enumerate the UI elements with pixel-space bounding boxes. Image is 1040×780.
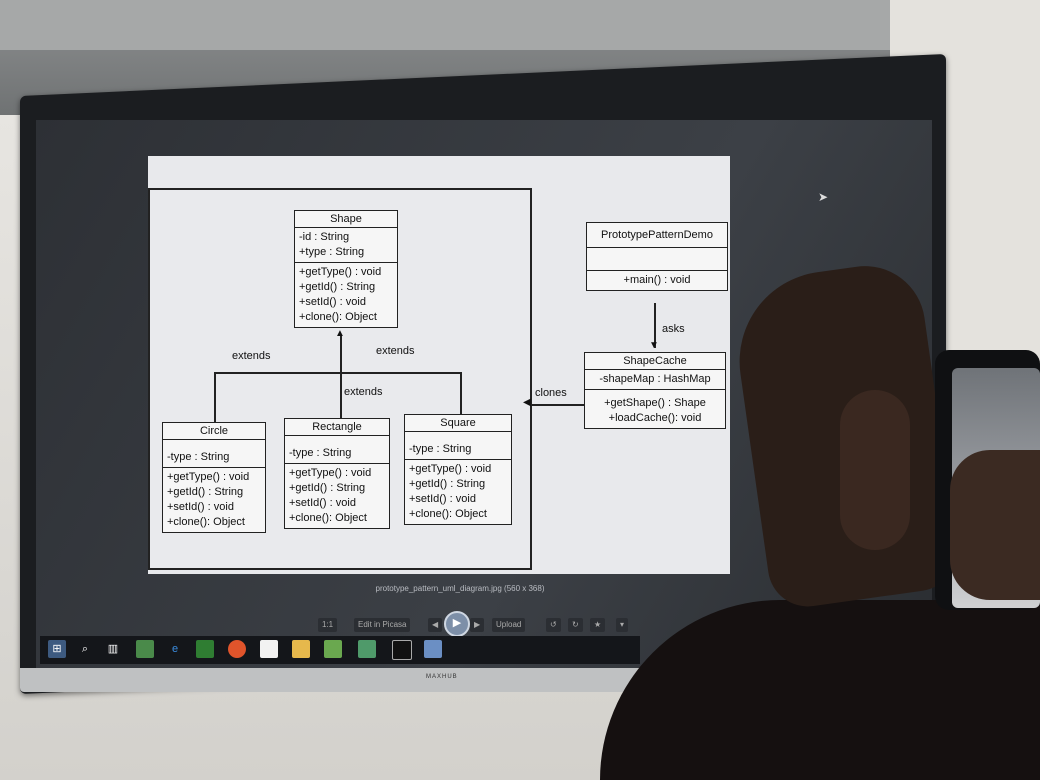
- clones-label: clones: [535, 387, 567, 399]
- play-icon[interactable]: ▶: [444, 611, 470, 637]
- method: +setId() : void: [299, 296, 366, 308]
- edge-icon[interactable]: e: [166, 640, 184, 658]
- more-icon[interactable]: ▾: [616, 618, 629, 632]
- class-attrs: -type : String: [405, 432, 511, 460]
- attr: +type : String: [299, 246, 365, 258]
- uml-class-demo: PrototypePatternDemo +main() : void: [586, 222, 728, 291]
- method: +getId() : String: [289, 482, 366, 494]
- class-name: ShapeCache: [585, 353, 725, 370]
- star-icon[interactable]: ★: [590, 618, 606, 632]
- method: +getType() : void: [167, 471, 250, 483]
- terminal-icon[interactable]: [392, 640, 412, 660]
- zoom-ratio-button[interactable]: 1:1: [318, 618, 338, 632]
- inherit-line-vertical: [340, 336, 342, 372]
- class-name: PrototypePatternDemo: [587, 223, 727, 248]
- class-methods: +getType() : void +getId() : String +set…: [405, 460, 511, 524]
- next-arrow-icon[interactable]: ▶: [470, 618, 485, 632]
- app-icon[interactable]: [196, 640, 214, 658]
- hand-finger: [840, 390, 910, 550]
- app-icon[interactable]: [324, 640, 342, 658]
- method: +clone(): Object: [167, 516, 245, 528]
- extends-label: extends: [344, 386, 383, 398]
- method: +getId() : String: [409, 478, 486, 490]
- attr: -type : String: [289, 447, 352, 459]
- attr: -type : String: [167, 451, 230, 463]
- upload-button[interactable]: Upload: [492, 618, 526, 632]
- app-icon[interactable]: [136, 640, 154, 658]
- rotate-right-icon[interactable]: ↻: [568, 618, 583, 632]
- task-view-icon[interactable]: ▥: [104, 640, 122, 658]
- method: +clone(): Object: [289, 512, 367, 524]
- clones-arrowhead: ◀: [523, 397, 531, 408]
- class-attrs: -type : String: [163, 440, 265, 468]
- asks-label: asks: [662, 323, 685, 335]
- method: +getType() : void: [299, 266, 382, 278]
- class-methods: +getShape() : Shape +loadCache(): void: [585, 390, 725, 428]
- class-attrs: -type : String: [285, 436, 389, 464]
- extends-label: extends: [376, 345, 415, 357]
- class-name: Square: [405, 415, 511, 432]
- attr: -id : String: [299, 231, 350, 243]
- method: +getShape() : Shape: [604, 397, 706, 409]
- inherit-arrowhead: ▲: [335, 328, 345, 339]
- class-methods: +getType() : void +getId() : String +set…: [285, 464, 389, 528]
- attr: -shapeMap : HashMap: [599, 373, 711, 385]
- method: +clone(): Object: [409, 508, 487, 520]
- image-caption: prototype_pattern_uml_diagram.jpg (560 x…: [375, 584, 545, 593]
- uml-class-square: Square -type : String +getType() : void …: [404, 414, 512, 525]
- edit-in-picasa-button[interactable]: Edit in Picasa: [354, 618, 411, 632]
- inherit-line-rect: [340, 372, 342, 418]
- tv-bottom-bezel: [20, 668, 640, 692]
- tv-brand: MAXHUB: [426, 674, 458, 680]
- uml-class-shapecache: ShapeCache -shapeMap : HashMap +getShape…: [584, 352, 726, 429]
- method: +getId() : String: [299, 281, 376, 293]
- extends-label: extends: [232, 350, 271, 362]
- uml-class-shape: Shape -id : String +type : String +getTy…: [294, 210, 398, 328]
- class-attrs: -id : String +type : String: [295, 228, 397, 263]
- start-icon[interactable]: ⊞: [48, 640, 66, 658]
- class-name: Shape: [295, 211, 397, 228]
- asks-arrowhead: ▼: [649, 340, 659, 351]
- inherit-line-square: [460, 372, 462, 414]
- method: +getType() : void: [289, 467, 372, 479]
- hand-thumb: [950, 450, 1040, 600]
- inherit-line-circle: [214, 372, 216, 422]
- prev-arrow-icon[interactable]: ◀: [428, 618, 443, 632]
- method: +getId() : String: [167, 486, 244, 498]
- method: +setId() : void: [167, 501, 234, 513]
- photo-viewer-icon[interactable]: [424, 640, 442, 658]
- uml-class-rectangle: Rectangle -type : String +getType() : vo…: [284, 418, 390, 529]
- class-name: Rectangle: [285, 419, 389, 436]
- class-attrs: [587, 248, 727, 271]
- firefox-icon[interactable]: [228, 640, 246, 658]
- method: +setId() : void: [289, 497, 356, 509]
- folder-icon[interactable]: [292, 640, 310, 658]
- class-methods: +main() : void: [587, 271, 727, 290]
- clones-line: [530, 404, 584, 406]
- inherit-line-horizontal: [214, 372, 462, 374]
- method: +clone(): Object: [299, 311, 377, 323]
- method: +setId() : void: [409, 493, 476, 505]
- method: +loadCache(): void: [608, 412, 702, 424]
- method: +main() : void: [623, 274, 691, 286]
- search-icon[interactable]: ⌕: [76, 640, 94, 658]
- class-attrs: -shapeMap : HashMap: [585, 370, 725, 390]
- attr: -type : String: [409, 443, 472, 455]
- class-name: Circle: [163, 423, 265, 440]
- ceiling-strip: [0, 0, 900, 50]
- rotate-left-icon[interactable]: ↺: [546, 618, 561, 632]
- class-methods: +getType() : void +getId() : String +set…: [295, 263, 397, 327]
- file-icon[interactable]: [260, 640, 278, 658]
- method: +getType() : void: [409, 463, 492, 475]
- app-icon[interactable]: [358, 640, 376, 658]
- uml-class-circle: Circle -type : String +getType() : void …: [162, 422, 266, 533]
- mouse-cursor-icon: ➤: [818, 190, 829, 204]
- class-methods: +getType() : void +getId() : String +set…: [163, 468, 265, 532]
